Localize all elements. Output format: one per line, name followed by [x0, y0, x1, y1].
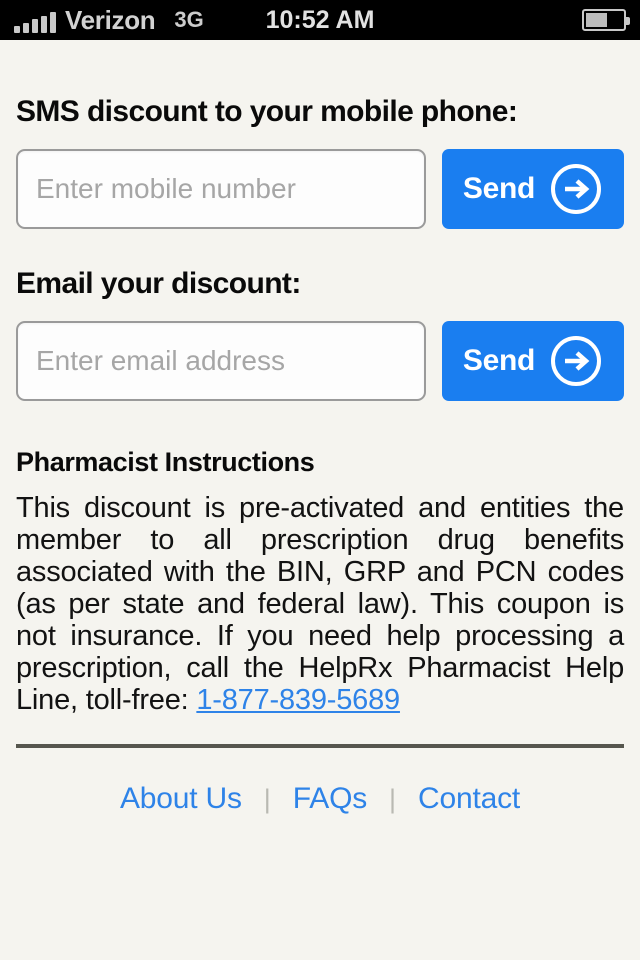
app-root: Verizon 3G 10:52 AM SMS discount to your…: [0, 0, 640, 960]
page-content: SMS discount to your mobile phone: Send …: [0, 40, 640, 816]
mobile-number-input[interactable]: [16, 149, 426, 229]
email-section-title: Email your discount:: [16, 267, 301, 300]
footer-link-about-us[interactable]: About Us: [120, 782, 242, 816]
email-send-label: Send: [462, 344, 536, 377]
footer-separator: |: [263, 783, 271, 814]
pharmacist-instructions-title: Pharmacist Instructions: [16, 447, 315, 477]
sms-send-label: Send: [462, 172, 536, 205]
sms-form-row: Send: [16, 149, 624, 229]
sms-section-title: SMS discount to your mobile phone:: [16, 95, 518, 128]
battery-fill: [586, 13, 607, 27]
sms-send-button[interactable]: Send: [442, 149, 624, 229]
footer-link-faqs[interactable]: FAQs: [293, 782, 367, 816]
instructions-text: This discount is pre-activated and entit…: [16, 492, 624, 716]
footer-link-contact[interactable]: Contact: [418, 782, 520, 816]
arrow-right-circle-icon: [551, 336, 602, 386]
status-bar: Verizon 3G 10:52 AM: [0, 0, 640, 40]
help-line-phone-link[interactable]: 1-877-839-5689: [196, 684, 400, 716]
footer-divider: [16, 744, 624, 748]
pharmacist-instructions-body: This discount is pre-activated and entit…: [16, 492, 624, 716]
battery-icon: [582, 9, 630, 31]
battery-cap: [626, 17, 630, 25]
clock-label: 10:52 AM: [265, 5, 375, 34]
footer-nav: About Us | FAQs | Contact: [16, 782, 624, 816]
email-address-input[interactable]: [16, 321, 426, 401]
email-form-row: Send: [16, 321, 624, 401]
email-send-button[interactable]: Send: [442, 321, 624, 401]
arrow-right-circle-icon: [551, 164, 602, 214]
status-bar-right: [582, 9, 630, 31]
footer-separator: |: [389, 783, 397, 814]
